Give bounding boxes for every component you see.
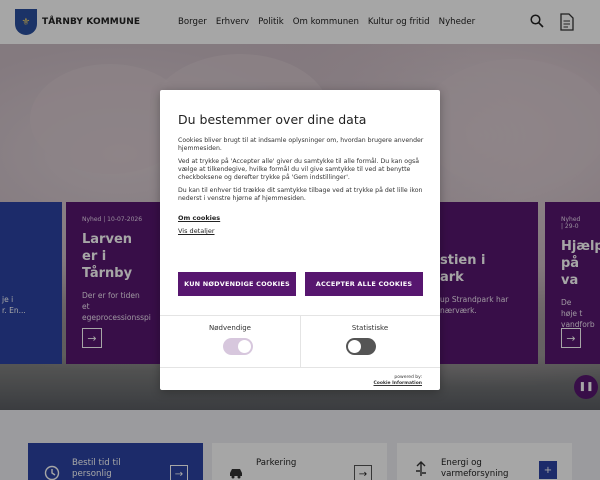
dialog-title: Du bestemmer over dine data [178,112,367,127]
divider [300,315,301,367]
statistics-toggle[interactable] [346,338,376,355]
dialog-paragraph: Ved at trykke på 'Accepter alle' giver d… [178,158,420,181]
show-details-link[interactable]: Vis detaljer [178,227,215,235]
cookie-information-link[interactable]: Cookie Information [373,381,422,386]
dialog-paragraph: Cookies bliver brugt til at indsamle opl… [178,137,424,152]
dialog-paragraph: Du kan til enhver tid trække dit samtykk… [178,187,423,202]
about-cookies-link[interactable]: Om cookies [178,214,220,222]
toggle-label-statistics: Statistiske [351,324,389,332]
powered-by: powered by: Cookie Information [373,375,422,386]
cookie-consent-dialog: Du bestemmer over dine data Cookies bliv… [160,90,440,390]
necessary-toggle [223,338,253,355]
dialog-body: Cookies bliver brugt til at indsamle opl… [178,137,426,208]
divider [160,367,440,368]
toggle-label-necessary: Nødvendige [209,324,251,332]
accept-all-button[interactable]: ACCEPTER ALLE COOKIES [305,272,423,296]
necessary-only-button[interactable]: KUN NØDVENDIGE COOKIES [178,272,296,296]
